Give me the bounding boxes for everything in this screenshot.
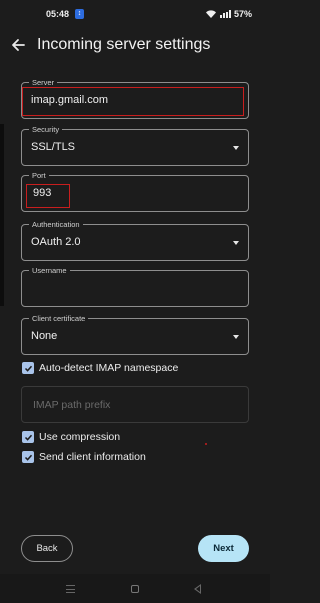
authentication-label: Authentication (29, 220, 83, 229)
authentication-value: OAuth 2.0 (31, 236, 81, 248)
dropdown-arrow-icon (233, 241, 239, 245)
checkbox-checked-icon[interactable] (22, 362, 34, 374)
dropdown-arrow-icon (233, 335, 239, 339)
page-title: Incoming server settings (37, 36, 211, 53)
security-value: SSL/TLS (31, 141, 76, 153)
side-strip (0, 124, 4, 306)
app-bar: Incoming server settings (0, 28, 270, 64)
use-compression-label: Use compression (39, 431, 121, 443)
use-compression-row[interactable]: Use compression (22, 430, 120, 444)
checkbox-checked-icon[interactable] (22, 431, 34, 443)
system-nav-bar (0, 574, 270, 603)
notification-badge: ↕ (75, 9, 84, 19)
battery-level: 57% (233, 9, 252, 19)
port-highlight (26, 184, 70, 208)
checkbox-checked-icon[interactable] (22, 451, 34, 463)
client-certificate-label: Client certificate (29, 314, 89, 323)
auto-detect-namespace-row[interactable]: Auto-detect IMAP namespace (22, 361, 178, 375)
send-client-info-label: Send client information (39, 451, 146, 463)
status-time: 05:48 (46, 9, 70, 19)
back-button[interactable]: Back (21, 535, 73, 562)
client-certificate-dropdown[interactable]: Client certificate None (21, 314, 249, 355)
wifi-icon (205, 10, 216, 18)
client-certificate-value: None (31, 330, 58, 342)
signal-icon (219, 10, 231, 18)
server-highlight (22, 87, 244, 116)
authentication-dropdown[interactable]: Authentication OAuth 2.0 (21, 220, 249, 261)
security-dropdown[interactable]: Security SSL/TLS (21, 125, 249, 166)
nav-back-icon[interactable] (194, 584, 201, 594)
username-field[interactable]: Username (21, 266, 249, 307)
send-client-info-row[interactable]: Send client information (22, 450, 146, 464)
next-button[interactable]: Next (198, 535, 249, 562)
imap-path-prefix-field: IMAP path prefix (21, 386, 249, 423)
home-icon[interactable] (131, 585, 139, 593)
status-icons: 57% (205, 9, 252, 19)
status-bar: 05:48 ↕ 57% (0, 0, 270, 28)
server-label: Server (29, 78, 58, 87)
recent-apps-icon[interactable] (66, 585, 75, 593)
red-dot (205, 443, 207, 445)
back-arrow-icon[interactable] (10, 36, 26, 54)
dropdown-arrow-icon (233, 146, 239, 150)
username-label: Username (29, 266, 70, 275)
imap-path-prefix-placeholder: IMAP path prefix (33, 399, 111, 411)
security-label: Security (29, 125, 63, 134)
port-label: Port (29, 171, 49, 180)
auto-detect-namespace-label: Auto-detect IMAP namespace (39, 362, 179, 374)
